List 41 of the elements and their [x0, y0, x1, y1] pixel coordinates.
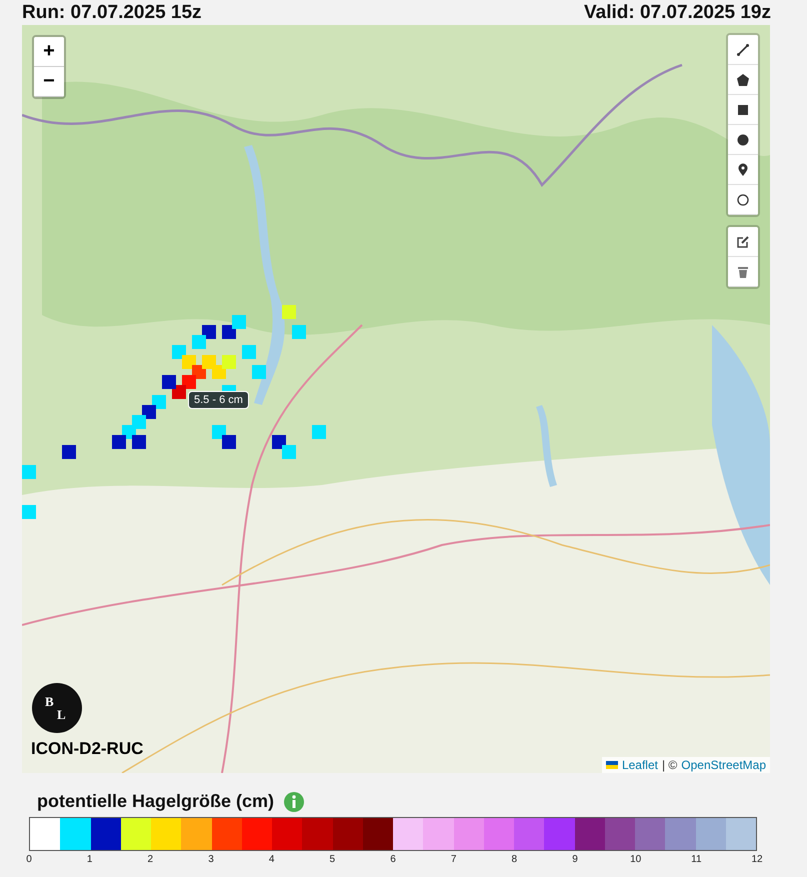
pentagon-icon: [736, 72, 750, 86]
scale-tick-label: 0: [26, 854, 32, 865]
leaflet-link[interactable]: Leaflet: [622, 758, 658, 772]
draw-circle-button[interactable]: [728, 125, 758, 155]
scale-tick-label: 7: [450, 854, 456, 865]
model-label: ICON-D2-RUC: [31, 739, 144, 759]
scale-tick-label: 6: [390, 854, 396, 865]
map-tooltip: 5.5 - 6 cm: [188, 391, 249, 409]
delete-layers-button[interactable]: [728, 257, 758, 287]
square-icon: [736, 102, 750, 116]
map-pin-icon: [736, 162, 750, 176]
scale-tick-label: 4: [268, 854, 274, 865]
draw-polygon-button[interactable]: [728, 65, 758, 95]
scale-tick-label: 5: [330, 854, 336, 865]
edit-icon: [736, 234, 750, 248]
ring-icon: [736, 192, 750, 206]
circle-icon: [736, 132, 750, 146]
scale-tick-label: 10: [630, 854, 642, 865]
line-icon: [736, 42, 750, 56]
valid-time-label: Valid: 07.07.2025 19z: [584, 2, 771, 24]
trash-icon: [736, 264, 750, 278]
draw-polyline-button[interactable]: [728, 35, 758, 65]
edit-layers-button[interactable]: [728, 227, 758, 257]
draw-rectangle-button[interactable]: [728, 95, 758, 125]
scale-tick-label: 2: [148, 854, 154, 865]
legend-title: potentielle Hagelgröße (cm): [37, 791, 274, 812]
zoom-in-button[interactable]: +: [34, 37, 64, 67]
zoom-out-button[interactable]: −: [34, 67, 64, 97]
scale-tick-label: 8: [512, 854, 518, 865]
scale-tick-label: 12: [751, 854, 763, 865]
scale-tick-label: 11: [691, 854, 702, 865]
flag-icon: [606, 761, 618, 769]
draw-marker-button[interactable]: [728, 155, 758, 185]
run-time-label: Run: 07.07.2025 15z: [22, 2, 202, 24]
info-icon[interactable]: [284, 792, 304, 812]
attribution-separator: | ©: [662, 758, 678, 772]
scale-tick-label: 1: [86, 854, 92, 865]
scale-tick-label: 9: [572, 854, 578, 865]
draw-circlemarker-button[interactable]: [728, 185, 758, 215]
scale-tick-label: 3: [208, 854, 214, 865]
openstreetmap-link[interactable]: OpenStreetMap: [681, 758, 766, 772]
